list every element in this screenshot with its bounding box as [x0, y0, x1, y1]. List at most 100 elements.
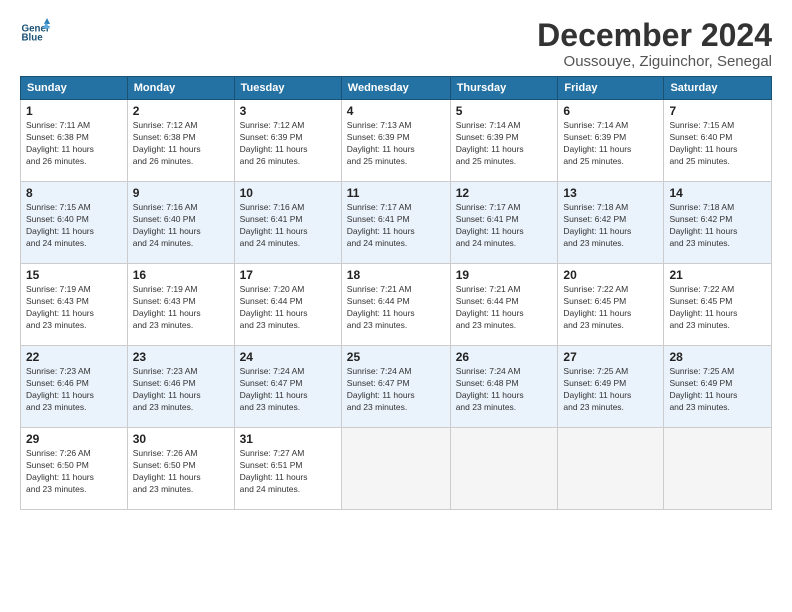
calendar-cell: 26Sunrise: 7:24 AMSunset: 6:48 PMDayligh…: [450, 346, 558, 428]
day-number: 27: [563, 350, 658, 364]
day-info: Sunrise: 7:20 AMSunset: 6:44 PMDaylight:…: [240, 284, 336, 332]
day-info: Sunrise: 7:16 AMSunset: 6:40 PMDaylight:…: [133, 202, 229, 250]
day-number: 4: [347, 104, 445, 118]
day-number: 14: [669, 186, 766, 200]
calendar-header-row: SundayMondayTuesdayWednesdayThursdayFrid…: [21, 77, 772, 100]
calendar-cell: 8 Sunrise: 7:15 AMSunset: 6:40 PMDaylight…: [21, 182, 128, 264]
day-number: 22: [26, 350, 122, 364]
month-title: December 2024: [537, 18, 772, 53]
svg-text:Blue: Blue: [22, 33, 44, 44]
calendar-cell: 27 Sunrise: 7:25 AMSunset: 6:49 PMDayligh…: [558, 346, 664, 428]
day-number: 19: [456, 268, 553, 282]
day-number: 20: [563, 268, 658, 282]
calendar-cell: 25 Sunrise: 7:24 AMSunset: 6:47 PMDayligh…: [341, 346, 450, 428]
calendar-page: General Blue December 2024 Oussouye, Zig…: [0, 0, 792, 612]
day-info: Sunrise: 7:19 AMSunset: 6:43 PMDaylight:…: [133, 284, 229, 332]
calendar-cell: 16 Sunrise: 7:19 AMSunset: 6:43 PMDayligh…: [127, 264, 234, 346]
calendar-cell: 19 Sunrise: 7:21 AMSunset: 6:44 PMDayligh…: [450, 264, 558, 346]
day-number: 8: [26, 186, 122, 200]
location-title: Oussouye, Ziguinchor, Senegal: [537, 53, 772, 70]
day-number: 16: [133, 268, 229, 282]
day-info: Sunrise: 7:22 AMSunset: 6:45 PMDaylight:…: [669, 284, 766, 332]
calendar-week-row: 1Sunrise: 7:11 AMSunset: 6:38 PMDaylight…: [21, 100, 772, 182]
day-number: 10: [240, 186, 336, 200]
day-number: 29: [26, 432, 122, 446]
day-info: Sunrise: 7:12 AMSunset: 6:39 PMDaylight:…: [240, 120, 336, 168]
calendar-cell: 29 Sunrise: 7:26 AMSunset: 6:50 PMDayligh…: [21, 428, 128, 510]
day-info: Sunrise: 7:13 AMSunset: 6:39 PMDaylight:…: [347, 120, 445, 168]
calendar-cell: 2 Sunrise: 7:12 AMSunset: 6:38 PMDaylight…: [127, 100, 234, 182]
day-header: Wednesday: [341, 77, 450, 100]
calendar-body: 1Sunrise: 7:11 AMSunset: 6:38 PMDaylight…: [21, 100, 772, 510]
day-info: Sunrise: 7:23 AMSunset: 6:46 PMDaylight:…: [133, 366, 229, 414]
day-info: Sunrise: 7:24 AMSunset: 6:47 PMDaylight:…: [347, 366, 445, 414]
calendar-week-row: 8 Sunrise: 7:15 AMSunset: 6:40 PMDaylight…: [21, 182, 772, 264]
calendar-cell: 11 Sunrise: 7:17 AMSunset: 6:41 PMDayligh…: [341, 182, 450, 264]
day-number: 12: [456, 186, 553, 200]
day-info: Sunrise: 7:17 AMSunset: 6:41 PMDaylight:…: [347, 202, 445, 250]
calendar-cell: 28 Sunrise: 7:25 AMSunset: 6:49 PMDayligh…: [664, 346, 772, 428]
day-info: Sunrise: 7:27 AMSunset: 6:51 PMDaylight:…: [240, 448, 336, 496]
day-info: Sunrise: 7:18 AMSunset: 6:42 PMDaylight:…: [563, 202, 658, 250]
day-header: Thursday: [450, 77, 558, 100]
day-info: Sunrise: 7:25 AMSunset: 6:49 PMDaylight:…: [563, 366, 658, 414]
day-number: 25: [347, 350, 445, 364]
day-info: Sunrise: 7:22 AMSunset: 6:45 PMDaylight:…: [563, 284, 658, 332]
day-info: Sunrise: 7:14 AMSunset: 6:39 PMDaylight:…: [563, 120, 658, 168]
day-info: Sunrise: 7:12 AMSunset: 6:38 PMDaylight:…: [133, 120, 229, 168]
calendar-cell: 1Sunrise: 7:11 AMSunset: 6:38 PMDaylight…: [21, 100, 128, 182]
day-info: Sunrise: 7:24 AMSunset: 6:47 PMDaylight:…: [240, 366, 336, 414]
day-info: Sunrise: 7:17 AMSunset: 6:41 PMDaylight:…: [456, 202, 553, 250]
calendar-cell: 23 Sunrise: 7:23 AMSunset: 6:46 PMDayligh…: [127, 346, 234, 428]
calendar-cell: 17 Sunrise: 7:20 AMSunset: 6:44 PMDayligh…: [234, 264, 341, 346]
calendar-cell: [558, 428, 664, 510]
calendar-cell: 7Sunrise: 7:15 AMSunset: 6:40 PMDaylight…: [664, 100, 772, 182]
calendar-cell: [664, 428, 772, 510]
day-number: 21: [669, 268, 766, 282]
day-header: Sunday: [21, 77, 128, 100]
calendar-week-row: 15 Sunrise: 7:19 AMSunset: 6:43 PMDayligh…: [21, 264, 772, 346]
calendar-cell: 20 Sunrise: 7:22 AMSunset: 6:45 PMDayligh…: [558, 264, 664, 346]
day-info: Sunrise: 7:26 AMSunset: 6:50 PMDaylight:…: [133, 448, 229, 496]
day-info: Sunrise: 7:21 AMSunset: 6:44 PMDaylight:…: [456, 284, 553, 332]
logo-icon: General Blue: [20, 18, 50, 48]
day-number: 15: [26, 268, 122, 282]
day-number: 30: [133, 432, 229, 446]
day-info: Sunrise: 7:26 AMSunset: 6:50 PMDaylight:…: [26, 448, 122, 496]
day-header: Saturday: [664, 77, 772, 100]
day-info: Sunrise: 7:15 AMSunset: 6:40 PMDaylight:…: [26, 202, 122, 250]
day-info: Sunrise: 7:19 AMSunset: 6:43 PMDaylight:…: [26, 284, 122, 332]
logo: General Blue: [20, 18, 50, 48]
calendar-cell: 5 Sunrise: 7:14 AMSunset: 6:39 PMDaylight…: [450, 100, 558, 182]
day-info: Sunrise: 7:25 AMSunset: 6:49 PMDaylight:…: [669, 366, 766, 414]
day-number: 2: [133, 104, 229, 118]
day-number: 17: [240, 268, 336, 282]
calendar-cell: 14 Sunrise: 7:18 AMSunset: 6:42 PMDayligh…: [664, 182, 772, 264]
day-number: 1: [26, 104, 122, 118]
day-number: 6: [563, 104, 658, 118]
header: General Blue December 2024 Oussouye, Zig…: [20, 18, 772, 70]
day-header: Friday: [558, 77, 664, 100]
day-info: Sunrise: 7:23 AMSunset: 6:46 PMDaylight:…: [26, 366, 122, 414]
day-number: 11: [347, 186, 445, 200]
calendar-cell: 15 Sunrise: 7:19 AMSunset: 6:43 PMDayligh…: [21, 264, 128, 346]
calendar-cell: [450, 428, 558, 510]
calendar-cell: 21 Sunrise: 7:22 AMSunset: 6:45 PMDayligh…: [664, 264, 772, 346]
day-number: 3: [240, 104, 336, 118]
day-info: Sunrise: 7:18 AMSunset: 6:42 PMDaylight:…: [669, 202, 766, 250]
day-number: 23: [133, 350, 229, 364]
day-number: 13: [563, 186, 658, 200]
day-number: 28: [669, 350, 766, 364]
calendar-cell: 31Sunrise: 7:27 AMSunset: 6:51 PMDayligh…: [234, 428, 341, 510]
calendar-cell: 10Sunrise: 7:16 AMSunset: 6:41 PMDayligh…: [234, 182, 341, 264]
calendar-cell: 3 Sunrise: 7:12 AMSunset: 6:39 PMDaylight…: [234, 100, 341, 182]
day-info: Sunrise: 7:14 AMSunset: 6:39 PMDaylight:…: [456, 120, 553, 168]
day-number: 5: [456, 104, 553, 118]
calendar-cell: 22 Sunrise: 7:23 AMSunset: 6:46 PMDayligh…: [21, 346, 128, 428]
day-info: Sunrise: 7:15 AMSunset: 6:40 PMDaylight:…: [669, 120, 766, 168]
title-area: December 2024 Oussouye, Ziguinchor, Sene…: [537, 18, 772, 70]
day-info: Sunrise: 7:24 AMSunset: 6:48 PMDaylight:…: [456, 366, 553, 414]
calendar-cell: 4 Sunrise: 7:13 AMSunset: 6:39 PMDaylight…: [341, 100, 450, 182]
calendar-cell: 24Sunrise: 7:24 AMSunset: 6:47 PMDayligh…: [234, 346, 341, 428]
calendar-table: SundayMondayTuesdayWednesdayThursdayFrid…: [20, 76, 772, 510]
